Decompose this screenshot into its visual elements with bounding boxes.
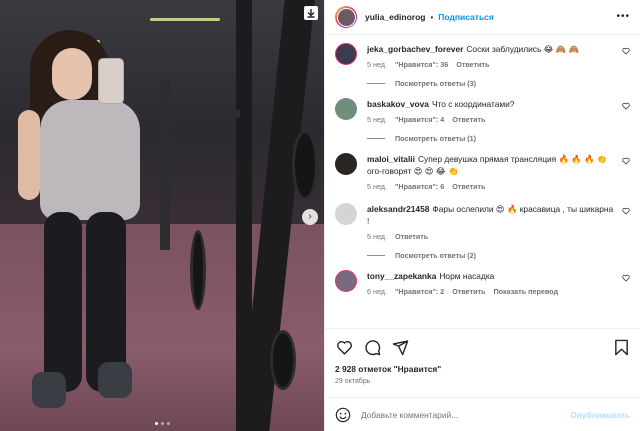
person-face: [52, 48, 92, 100]
comment-input[interactable]: [361, 409, 571, 420]
post-sidebar: yulia_edinorog • Подписаться ••• jeka_go…: [324, 0, 640, 431]
comment-time[interactable]: 6 нед.: [367, 287, 387, 296]
person-shoe: [98, 362, 132, 398]
comment-username[interactable]: baskakov_vova: [367, 99, 429, 109]
view-replies-label: Посмотреть ответы (1): [395, 134, 477, 143]
comments-list[interactable]: jeka_gorbachev_forever Соски заблудились …: [325, 35, 640, 328]
comment-time[interactable]: 5 нед.: [367, 60, 387, 69]
heart-icon[interactable]: [335, 338, 353, 356]
view-replies-button[interactable]: Посмотреть ответы (3): [367, 79, 630, 88]
post-actions: 2 928 отметок "Нравится" 29 октябрь: [325, 328, 640, 385]
comment: aleksandr21458 Фары ослепили 😍 🔥 красавиц…: [335, 203, 630, 241]
commenter-avatar[interactable]: [335, 270, 357, 292]
heart-icon[interactable]: [622, 157, 630, 165]
commenter-avatar[interactable]: [335, 43, 357, 65]
comment-username[interactable]: jeka_gorbachev_forever: [367, 44, 463, 54]
post-viewer: › yulia_edinorog • Подписаться ••• jeka_…: [0, 0, 640, 431]
weight-plate: [270, 330, 296, 390]
phone: [98, 58, 124, 104]
gym-bar: [180, 110, 240, 118]
person-shirt: [40, 100, 140, 220]
author-username[interactable]: yulia_edinorog: [365, 12, 425, 22]
download-icon[interactable]: [304, 6, 318, 20]
comment-text: Норм насадка: [439, 271, 495, 281]
comment: tony__zapekanka Норм насадка 6 нед. "Нрав…: [335, 270, 630, 296]
reply-button[interactable]: Ответить: [456, 60, 489, 69]
comment-username[interactable]: maloi_vitalii: [367, 154, 415, 164]
comment-text: Что с координатами?: [431, 99, 515, 109]
separator-dot: •: [430, 12, 434, 22]
view-replies-button[interactable]: Посмотреть ответы (2): [367, 251, 630, 260]
post-date[interactable]: 29 октябрь: [335, 378, 630, 385]
share-icon[interactable]: [391, 338, 409, 356]
heart-icon[interactable]: [622, 47, 630, 55]
comment-likes[interactable]: "Нравится": 36: [395, 60, 448, 69]
reply-button[interactable]: Ответить: [452, 115, 485, 124]
comment: baskakov_vova Что с координатами? 5 нед. …: [335, 98, 630, 124]
person-arm: [18, 110, 40, 200]
comment-time[interactable]: 5 нед.: [367, 232, 387, 241]
view-replies-button[interactable]: Посмотреть ответы (1): [367, 134, 630, 143]
save-icon[interactable]: [612, 338, 630, 356]
comment-likes[interactable]: "Нравится": 6: [395, 182, 444, 191]
comment-time[interactable]: 5 нед.: [367, 115, 387, 124]
gym-rack: [160, 80, 170, 250]
comment-likes[interactable]: "Нравится": 2: [395, 287, 444, 296]
comment-likes[interactable]: "Нравится": 4: [395, 115, 444, 124]
commenter-avatar[interactable]: [335, 98, 357, 120]
reply-button[interactable]: Ответить: [395, 232, 428, 241]
ceiling-light: [150, 18, 220, 21]
comment-text: Соски заблудились 😂 🙈 🙈: [466, 44, 579, 54]
chevron-right-icon: ›: [308, 211, 312, 222]
more-icon[interactable]: •••: [616, 12, 630, 22]
person-leg: [44, 212, 82, 392]
comment-username[interactable]: tony__zapekanka: [367, 271, 436, 281]
view-replies-label: Посмотреть ответы (3): [395, 79, 477, 88]
comment: jeka_gorbachev_forever Соски заблудились …: [335, 43, 630, 69]
heart-icon[interactable]: [622, 102, 630, 110]
weight-plate: [190, 230, 206, 310]
slide-dot: [160, 422, 164, 425]
post-comment-button[interactable]: Опубликовать: [570, 410, 630, 420]
emoji-icon[interactable]: [335, 407, 351, 423]
slide-dot: [154, 422, 158, 425]
comment-username[interactable]: aleksandr21458: [367, 204, 429, 214]
author-avatar[interactable]: [335, 6, 357, 28]
heart-icon[interactable]: [622, 274, 630, 282]
comment-icon[interactable]: [363, 338, 381, 356]
slide-dot: [166, 422, 170, 425]
likes-count[interactable]: 2 928 отметок "Нравится": [335, 364, 630, 374]
comment: maloi_vitalii Супер девушка прямая трансл…: [335, 153, 630, 191]
action-icons: [335, 335, 630, 359]
next-slide-button[interactable]: ›: [302, 209, 318, 225]
comment-time[interactable]: 5 нед.: [367, 182, 387, 191]
weight-plate: [292, 130, 318, 200]
person-shoe: [32, 372, 66, 408]
commenter-avatar[interactable]: [335, 153, 357, 175]
translate-button[interactable]: Показать перевод: [493, 287, 558, 296]
view-replies-label: Посмотреть ответы (2): [395, 251, 477, 260]
heart-icon[interactable]: [622, 207, 630, 215]
reply-button[interactable]: Ответить: [452, 182, 485, 191]
commenter-avatar[interactable]: [335, 203, 357, 225]
post-media[interactable]: ›: [0, 0, 324, 431]
add-comment-bar: Опубликовать: [325, 397, 640, 431]
reply-button[interactable]: Ответить: [452, 287, 485, 296]
follow-button[interactable]: Подписаться: [438, 12, 494, 22]
post-header: yulia_edinorog • Подписаться •••: [325, 0, 640, 35]
slide-indicator: [0, 422, 324, 425]
